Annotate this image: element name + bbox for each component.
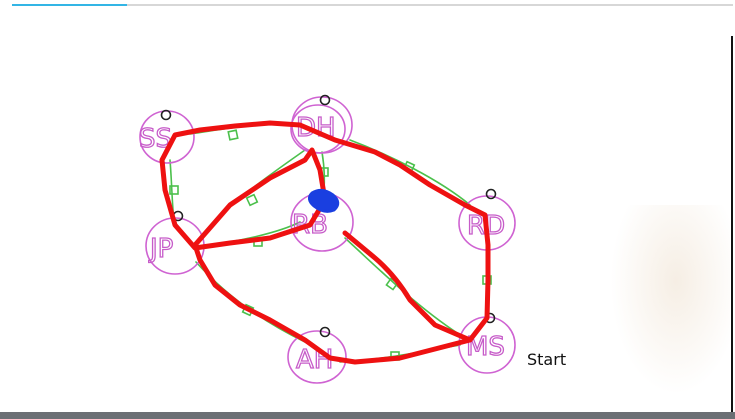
node-jp-label: JP — [148, 234, 173, 264]
edge-weight-mark — [227, 129, 239, 141]
graph-sketch: SS DH RD JP RB MS AH — [138, 94, 516, 384]
node-ms: MS — [458, 312, 516, 374]
right-edge-divider — [731, 36, 733, 412]
edge-weight-mark — [245, 193, 259, 207]
start-label: Start — [527, 350, 567, 369]
current-position-marker — [307, 188, 340, 213]
traced-path — [159, 120, 491, 365]
bottom-bar — [0, 412, 735, 419]
